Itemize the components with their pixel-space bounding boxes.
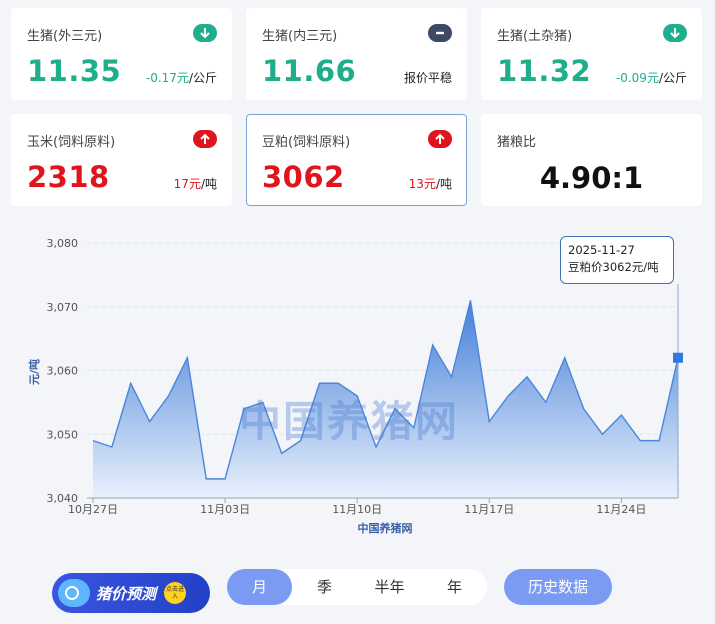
arrow-down-icon xyxy=(193,24,217,42)
card-change: -0.09元/公斤 xyxy=(615,71,687,85)
chart-tooltip: 2025-11-27 豆粕价3062元/吨 xyxy=(560,236,674,284)
minus-icon xyxy=(428,24,452,42)
hover-point[interactable] xyxy=(673,352,683,363)
card-label: 玉米(饲料原料) xyxy=(27,135,116,150)
price-forecast-button[interactable]: 猪价预测 点击进入 xyxy=(52,573,210,613)
x-axis-label: 中国养猪网 xyxy=(358,521,413,535)
y-axis-label: 元/吨 xyxy=(27,359,41,385)
card-label: 豆粕(饲料原料) xyxy=(262,135,351,150)
card-price: 11.32 xyxy=(497,54,592,88)
x-tick-label: 11月17日 xyxy=(464,503,514,516)
watermark: 中国养猪网 xyxy=(239,397,460,446)
card-label: 生猪(内三元) xyxy=(262,29,338,44)
arrow-up-icon xyxy=(193,130,217,148)
card-label: 生猪(外三元) xyxy=(27,29,103,44)
tab-year[interactable]: 年 xyxy=(422,569,487,605)
period-tabs: 月 季 半年 年 xyxy=(227,569,487,605)
card-change: 报价平稳 xyxy=(403,71,452,85)
card-label: 生猪(土杂猪) xyxy=(497,29,573,44)
card-change: -0.17元/公斤 xyxy=(145,71,217,85)
tab-month[interactable]: 月 xyxy=(227,569,292,605)
card-price: 11.66 xyxy=(262,54,357,88)
card-corn[interactable]: 玉米(饲料原料) 2318 17元/吨 xyxy=(11,114,232,206)
y-tick-label: 3,060 xyxy=(47,365,79,378)
promo-label: 猪价预测 xyxy=(96,584,157,603)
card-pig-grain-ratio: 猪粮比 4.90:1 xyxy=(481,114,702,206)
card-price: 3062 xyxy=(262,160,345,194)
x-tick-label: 11月24日 xyxy=(596,503,646,516)
history-data-button[interactable]: 历史数据 xyxy=(504,569,612,605)
tooltip-value: 豆粕价3062元/吨 xyxy=(568,260,659,274)
tab-quarter[interactable]: 季 xyxy=(292,569,357,605)
y-tick-label: 3,050 xyxy=(47,428,79,441)
card-pig-neisanyuan: 生猪(内三元) 11.66 报价平稳 xyxy=(246,8,467,100)
card-ratio-value: 4.90:1 xyxy=(539,161,644,195)
card-soybean-meal[interactable]: 豆粕(饲料原料) 3062 13元/吨 xyxy=(246,114,467,206)
card-price: 2318 xyxy=(27,160,110,194)
cloud-icon xyxy=(58,579,90,607)
x-tick-label: 11月10日 xyxy=(332,503,382,516)
arrow-up-icon xyxy=(428,130,452,148)
tab-half-year[interactable]: 半年 xyxy=(357,569,422,605)
y-tick-label: 3,080 xyxy=(47,237,79,250)
arrow-down-icon xyxy=(663,24,687,42)
tooltip-date: 2025-11-27 xyxy=(568,243,635,257)
card-pig-tuzazhu: 生猪(土杂猪) 11.32 -0.09元/公斤 xyxy=(481,8,702,100)
x-tick-label: 10月27日 xyxy=(68,503,118,516)
card-price: 11.35 xyxy=(27,54,122,88)
card-pig-waisanyuan: 生猪(外三元) 11.35 -0.17元/公斤 xyxy=(11,8,232,100)
y-tick-label: 3,070 xyxy=(47,301,79,314)
card-change: 17元/吨 xyxy=(173,177,217,191)
card-change: 13元/吨 xyxy=(408,177,452,191)
card-label: 猪粮比 xyxy=(497,135,537,150)
x-tick-label: 11月03日 xyxy=(200,503,250,516)
promo-badge: 点击进入 xyxy=(164,582,187,604)
